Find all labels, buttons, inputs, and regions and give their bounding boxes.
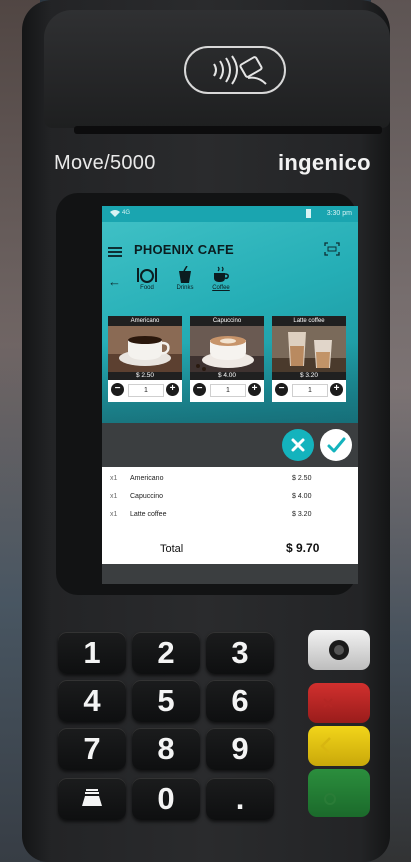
brand-logo: ingenico <box>278 150 371 175</box>
product-name: Capuccino <box>190 316 264 326</box>
order-name: Capuccino <box>130 493 164 500</box>
back-arrow-icon[interactable]: ← <box>108 274 121 289</box>
category-food[interactable]: Food <box>132 266 162 291</box>
order-row: x1 Americano $ 2.50 <box>102 475 358 491</box>
product-price: $ 2.50 <box>108 372 182 380</box>
back-arrow-icon <box>320 737 331 755</box>
product-name: Americano <box>108 316 182 326</box>
drink-icon <box>179 266 191 283</box>
card-slot <box>74 126 382 134</box>
screen-bezel: 4G 3:30 pm PHOENIX CAFE ← Food Drinks Co… <box>56 193 358 595</box>
key-1[interactable]: 1 <box>58 632 126 674</box>
payment-terminal: Move/5000 ingenico 4G 3:30 pm PHOENIX CA… <box>22 0 390 862</box>
scan-icon[interactable] <box>324 242 340 256</box>
cancel-button[interactable] <box>282 429 314 461</box>
quantity-field[interactable]: 1 <box>128 384 164 397</box>
ok-circle-icon <box>324 793 336 805</box>
increase-button[interactable]: + <box>166 383 179 396</box>
product-card-americano[interactable]: Americano $ 2.50 − 1 + <box>108 316 182 402</box>
decrease-button[interactable]: − <box>111 383 124 396</box>
menu-panel: PHOENIX CAFE ← Food Drinks Coffee Americ… <box>102 222 358 423</box>
order-qty: x1 <box>110 511 118 518</box>
paper-feed-key[interactable] <box>58 778 126 820</box>
coffee-cup-icon <box>214 266 229 282</box>
category-label: Food <box>140 285 154 291</box>
key-5[interactable]: 5 <box>132 680 200 722</box>
cafe-title: PHOENIX CAFE <box>134 242 234 257</box>
contactless-nfc-icon <box>184 46 286 94</box>
key-2[interactable]: 2 <box>132 632 200 674</box>
terminal-head <box>44 10 390 134</box>
key-6[interactable]: 6 <box>206 680 274 722</box>
key-4[interactable]: 4 <box>58 680 126 722</box>
order-qty: x1 <box>110 493 118 500</box>
key-dot[interactable]: . <box>206 778 274 820</box>
quantity-stepper: − 1 + <box>190 382 264 398</box>
wifi-icon <box>110 210 120 217</box>
category-drinks[interactable]: Drinks <box>170 266 200 291</box>
order-price: $ 2.50 <box>292 475 312 482</box>
bottom-bar <box>102 564 358 584</box>
checkmark-icon <box>327 437 346 453</box>
product-card-latte[interactable]: Latte coffee $ 3.20 − 1 + <box>272 316 346 402</box>
ok-key[interactable] <box>308 769 370 817</box>
status-bar: 4G 3:30 pm <box>102 206 358 222</box>
decrease-button[interactable]: − <box>193 383 206 396</box>
cancel-x-icon <box>323 698 333 708</box>
order-name: Americano <box>130 475 164 482</box>
model-name: Move/5000 <box>54 152 156 174</box>
product-card-capuccino[interactable]: Capuccino $ 4.00 − 1 + <box>190 316 264 402</box>
order-price: $ 3.20 <box>292 511 312 518</box>
fork-knife-icon <box>137 268 157 283</box>
total-value: $ 9.70 <box>286 541 320 555</box>
correction-key[interactable] <box>308 726 370 766</box>
order-price: $ 4.00 <box>292 493 312 500</box>
signal-text: 4G <box>122 210 131 216</box>
hamburger-menu-icon[interactable] <box>108 245 122 259</box>
camera-icon <box>329 640 349 660</box>
americano-image <box>108 326 182 372</box>
key-8[interactable]: 8 <box>132 728 200 770</box>
category-coffee[interactable]: Coffee <box>206 266 236 291</box>
quantity-stepper: − 1 + <box>272 382 346 398</box>
increase-button[interactable]: + <box>330 383 343 396</box>
total-label: Total <box>160 543 184 555</box>
key-0[interactable]: 0 <box>132 778 200 820</box>
touchscreen: 4G 3:30 pm PHOENIX CAFE ← Food Drinks Co… <box>102 206 358 584</box>
quantity-stepper: − 1 + <box>108 382 182 398</box>
order-qty: x1 <box>110 475 118 482</box>
key-9[interactable]: 9 <box>206 728 274 770</box>
product-price: $ 4.00 <box>190 372 264 380</box>
latte-coffee-image <box>272 326 346 372</box>
status-time: 3:30 pm <box>326 210 352 217</box>
increase-button[interactable]: + <box>248 383 261 396</box>
paper-feed-icon <box>82 789 102 806</box>
quantity-field[interactable]: 1 <box>292 384 328 397</box>
confirm-button[interactable] <box>320 429 352 461</box>
category-label: Coffee <box>212 285 230 291</box>
quantity-field[interactable]: 1 <box>210 384 246 397</box>
key-7[interactable]: 7 <box>58 728 126 770</box>
category-label: Drinks <box>176 285 194 291</box>
cancel-key[interactable] <box>308 683 370 723</box>
key-3[interactable]: 3 <box>206 632 274 674</box>
battery-icon <box>306 209 311 218</box>
product-price: $ 3.20 <box>272 372 346 380</box>
close-icon <box>291 438 305 452</box>
product-name: Latte coffee <box>272 316 346 326</box>
order-row: x1 Latte coffee $ 3.20 <box>102 511 358 527</box>
order-name: Latte coffee <box>130 511 167 518</box>
order-row: x1 Capuccino $ 4.00 <box>102 493 358 509</box>
capuccino-image <box>190 326 264 372</box>
action-bar <box>102 423 358 467</box>
camera-key[interactable] <box>308 630 370 670</box>
decrease-button[interactable]: − <box>275 383 288 396</box>
